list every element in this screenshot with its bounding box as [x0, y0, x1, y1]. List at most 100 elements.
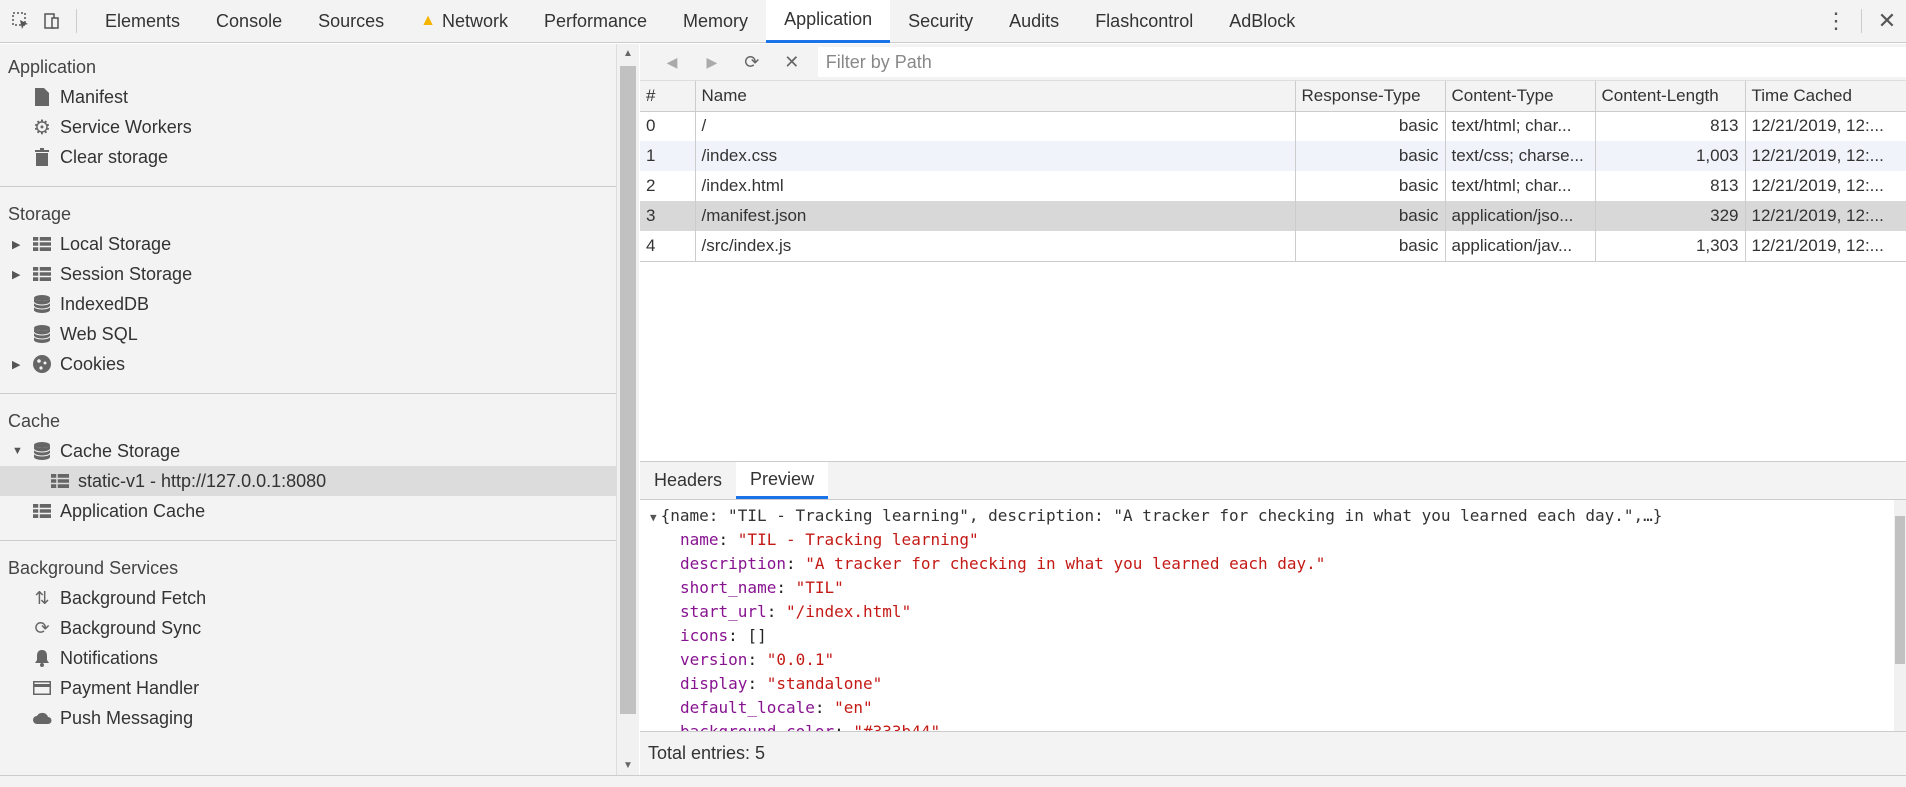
toolbar-right: ⋮ ✕: [1821, 6, 1906, 36]
sidebar-item-local-storage[interactable]: ▶ Local Storage: [0, 229, 616, 259]
inspect-element-icon[interactable]: [6, 6, 36, 36]
sidebar-item-cookies[interactable]: ▶ Cookies: [0, 349, 616, 379]
tab-label: Sources: [318, 10, 385, 31]
json-key: short_name: [680, 578, 777, 597]
sidebar-item-label: Background Fetch: [60, 587, 207, 608]
sidebar-item-background-fetch[interactable]: ⇅ Background Fetch: [0, 583, 616, 613]
table-header-row: # Name Response-Type Content-Type Conten…: [640, 81, 1906, 112]
tab-preview[interactable]: Preview: [736, 462, 829, 499]
cell-response-type: basic: [1295, 231, 1446, 261]
table-row-selected[interactable]: 3 /manifest.json basic application/jso..…: [640, 201, 1906, 231]
tab-sources[interactable]: Sources: [300, 0, 402, 43]
tab-security[interactable]: Security: [890, 0, 991, 43]
sidebar-item-manifest[interactable]: Manifest: [0, 82, 616, 112]
sidebar-item-background-sync[interactable]: ⟳ Background Sync: [0, 613, 616, 643]
json-value: "A tracker for checking in what you lear…: [805, 554, 1326, 573]
sidebar-item-label: Payment Handler: [60, 677, 200, 698]
tab-performance[interactable]: Performance: [526, 0, 665, 43]
sidebar-item-label: Background Sync: [60, 617, 202, 638]
table-row[interactable]: 2 /index.html basic text/html; char... 8…: [640, 171, 1906, 201]
sidebar-item-application-cache[interactable]: Application Cache: [0, 496, 616, 526]
json-value: "/index.html": [785, 602, 912, 621]
expand-arrow-icon[interactable]: ▶: [12, 238, 30, 251]
json-value: "TIL": [795, 578, 844, 597]
refresh-icon[interactable]: ⟳: [732, 52, 772, 73]
sidebar-item-web-sql[interactable]: Web SQL: [0, 319, 616, 349]
tab-label: Application: [784, 9, 873, 29]
json-property: start_url: "/index.html": [680, 602, 912, 621]
tab-application[interactable]: Application: [766, 0, 891, 43]
cookie-icon: [30, 355, 54, 373]
scrollbar-thumb[interactable]: [1895, 516, 1905, 664]
json-property: default_locale: "en": [680, 698, 873, 717]
collapse-arrow-icon[interactable]: ▼: [650, 511, 657, 524]
sidebar-item-payment-handler[interactable]: Payment Handler: [0, 673, 616, 703]
cell-time-cached: 12/21/2019, 12:...: [1751, 176, 1884, 195]
sidebar-scrollbar[interactable]: ▲ ▼: [616, 44, 639, 775]
tab-flashcontrol[interactable]: Flashcontrol: [1077, 0, 1211, 43]
table-bottom-border: [640, 261, 1906, 262]
next-page-icon[interactable]: ▶: [692, 54, 732, 71]
column-header-name[interactable]: Name: [695, 81, 1296, 112]
scroll-up-icon[interactable]: ▲: [623, 48, 633, 59]
column-header-response-type[interactable]: Response-Type: [1295, 81, 1446, 112]
sidebar-item-label: Push Messaging: [60, 707, 194, 728]
tab-console[interactable]: Console: [198, 0, 300, 43]
expand-arrow-icon[interactable]: ▶: [12, 268, 30, 281]
sidebar-item-label: IndexedDB: [60, 293, 150, 314]
tab-memory[interactable]: Memory: [665, 0, 766, 43]
tab-adblock[interactable]: AdBlock: [1211, 0, 1313, 43]
scrollbar-thumb[interactable]: [620, 66, 636, 714]
sidebar-item-notifications[interactable]: Notifications: [0, 643, 616, 673]
table-row[interactable]: 1 /index.css basic text/css; charse... 1…: [640, 141, 1906, 171]
tab-headers[interactable]: Headers: [640, 462, 736, 499]
entry-preview-pane: Headers Preview ▼ {name: "TIL - Tracking …: [640, 461, 1906, 732]
column-header-index[interactable]: #: [640, 81, 696, 112]
collapse-arrow-icon[interactable]: ▼: [12, 445, 30, 457]
scroll-down-icon[interactable]: ▼: [623, 760, 633, 771]
sidebar-item-label: Manifest: [60, 86, 129, 107]
column-header-content-type[interactable]: Content-Type: [1445, 81, 1596, 112]
filter-by-path-input[interactable]: [817, 47, 1906, 77]
sidebar-item-label: Local Storage: [60, 233, 172, 254]
sidebar-item-indexeddb[interactable]: IndexedDB: [0, 289, 616, 319]
cache-filter-bar: ◀ ▶ ⟳ ✕: [640, 44, 1906, 81]
sidebar-item-clear-storage[interactable]: Clear storage: [0, 142, 616, 172]
delete-entry-icon[interactable]: ✕: [772, 52, 812, 73]
cell-index: 2: [640, 171, 696, 201]
tab-elements[interactable]: Elements: [87, 0, 198, 43]
tab-audits[interactable]: Audits: [991, 0, 1077, 43]
cell-name: /: [695, 111, 1296, 141]
expand-arrow-icon[interactable]: ▶: [12, 358, 30, 371]
json-key: display: [680, 674, 748, 693]
preview-tabs: Headers Preview: [640, 462, 1906, 500]
json-summary-line[interactable]: ▼ {name: "TIL - Tracking learning", descr…: [650, 504, 1906, 528]
cell-name: /index.html: [695, 171, 1296, 201]
table-row[interactable]: 4 /src/index.js basic application/jav...…: [640, 231, 1906, 261]
json-value: "0.0.1": [766, 650, 835, 669]
column-header-time-cached[interactable]: Time Cached: [1745, 81, 1906, 112]
trash-icon: [30, 148, 54, 166]
sidebar-item-session-storage[interactable]: ▶ Session Storage: [0, 259, 616, 289]
device-toolbar-icon[interactable]: [36, 6, 66, 36]
sidebar-item-label: Clear storage: [60, 146, 169, 167]
json-value: []: [747, 626, 767, 645]
sidebar-item-cache-storage[interactable]: ▼ Cache Storage: [0, 436, 616, 466]
sidebar-item-static-v1-cache[interactable]: static-v1 - http://127.0.0.1:8080: [0, 466, 616, 496]
cell-content-length: 329: [1595, 201, 1746, 231]
database-icon: [30, 325, 54, 343]
section-divider: [0, 540, 616, 541]
tab-network[interactable]: ▲ Network: [402, 0, 526, 43]
tab-label: Audits: [1009, 10, 1060, 31]
preview-scrollbar[interactable]: [1894, 500, 1906, 732]
sidebar-item-service-workers[interactable]: ⚙ Service Workers: [0, 112, 616, 142]
json-property: name: "TIL - Tracking learning": [680, 530, 979, 549]
previous-page-icon[interactable]: ◀: [652, 54, 692, 71]
bottom-border: [0, 775, 1906, 787]
close-icon[interactable]: ✕: [1872, 6, 1902, 36]
cell-index: 3: [640, 201, 696, 231]
sidebar-item-push-messaging[interactable]: Push Messaging: [0, 703, 616, 733]
kebab-menu-icon[interactable]: ⋮: [1821, 6, 1851, 36]
column-header-content-length[interactable]: Content-Length: [1595, 81, 1746, 112]
table-row[interactable]: 0 / basic text/html; char... 813 12/21/2…: [640, 111, 1906, 141]
